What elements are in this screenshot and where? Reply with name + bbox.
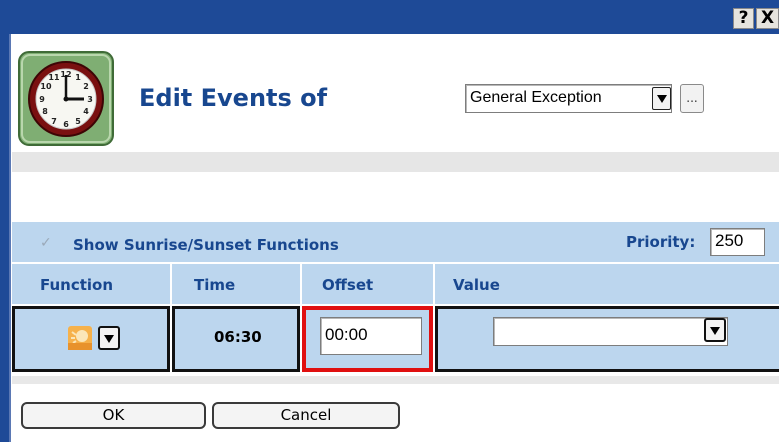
svg-text:2: 2 (83, 82, 89, 91)
show-sunrise-checkbox[interactable]: ✓ (40, 236, 54, 250)
title-bar (0, 0, 779, 34)
svg-text:1: 1 (75, 73, 81, 82)
svg-text:10: 10 (40, 82, 52, 91)
time-value[interactable]: 06:30 (214, 328, 262, 346)
svg-text:3: 3 (87, 95, 93, 104)
schedule-dropdown-button[interactable] (652, 87, 671, 110)
svg-text:8: 8 (42, 107, 48, 116)
cancel-button[interactable]: Cancel (212, 402, 400, 429)
schedule-select-value: General Exception (470, 89, 602, 106)
browse-button[interactable]: ... (680, 84, 704, 113)
column-header-offset: Offset (302, 264, 433, 304)
window-left-border-inner (9, 34, 11, 442)
ok-button[interactable]: OK (21, 402, 206, 429)
page-title: Edit Events of (139, 84, 328, 112)
chevron-down-icon (657, 95, 667, 103)
chevron-down-icon (710, 327, 720, 335)
column-header-value: Value (435, 264, 779, 304)
show-sunrise-label: Show Sunrise/Sunset Functions (73, 236, 339, 254)
value-dropdown-button[interactable] (704, 318, 726, 342)
svg-text:9: 9 (39, 95, 45, 104)
column-header-function: Function (12, 264, 170, 304)
schedule-select[interactable]: General Exception (465, 84, 672, 113)
chevron-down-icon (104, 335, 114, 343)
close-button[interactable]: X (756, 8, 779, 29)
priority-label: Priority: (626, 233, 696, 251)
svg-text:4: 4 (83, 107, 89, 116)
footer-separator (12, 376, 779, 384)
svg-text:11: 11 (48, 73, 60, 82)
header-separator (12, 152, 779, 172)
svg-text:6: 6 (63, 120, 69, 129)
sunrise-icon (68, 326, 92, 350)
priority-input[interactable]: 250 (710, 228, 765, 256)
svg-text:7: 7 (51, 117, 57, 126)
offset-input[interactable]: 00:00 (320, 317, 422, 355)
value-select[interactable] (493, 317, 728, 346)
function-dropdown-button[interactable] (98, 326, 120, 350)
clock-icon: 12 12 345 678 91011 (18, 51, 114, 146)
column-header-time: Time (172, 264, 300, 304)
help-button[interactable]: ? (733, 8, 754, 29)
window-left-border (0, 34, 9, 442)
svg-text:5: 5 (75, 117, 81, 126)
